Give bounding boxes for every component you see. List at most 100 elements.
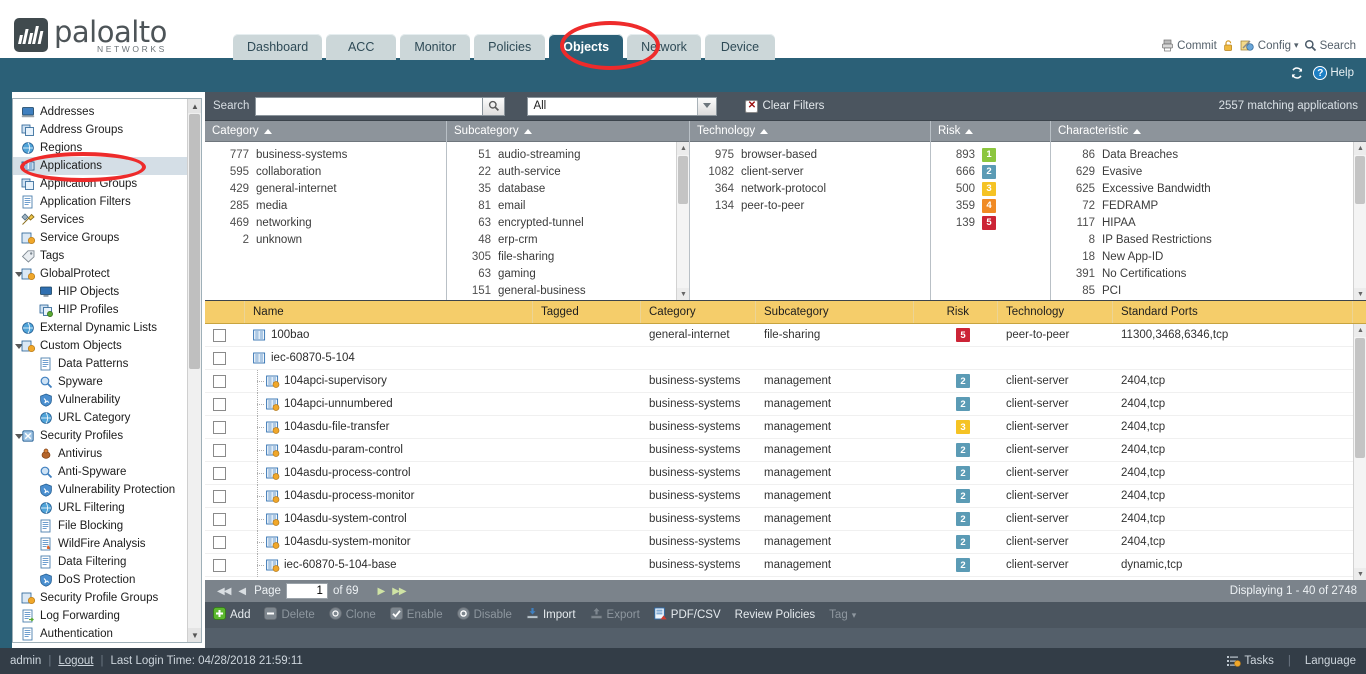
filter-option[interactable]: 81 email [447, 197, 689, 214]
sidebar-item-anti-spyware[interactable]: Anti-Spyware [13, 463, 189, 481]
filter-option[interactable]: 893 1 [931, 146, 1050, 163]
sidebar-item-spyware[interactable]: Spyware [13, 373, 189, 391]
filter-column-scrollbar[interactable]: ▲ ▼ [1353, 142, 1366, 301]
add-button[interactable]: Add [213, 607, 250, 623]
filter-option[interactable]: 86 Data Breaches [1051, 146, 1366, 163]
row-checkbox[interactable] [213, 558, 226, 572]
filter-option[interactable]: 629 Evasive [1051, 163, 1366, 180]
clear-filters-button[interactable]: ✕ Clear Filters [745, 99, 824, 113]
table-row[interactable]: 104asdu-process-monitor business-systems m… [205, 484, 1366, 508]
sidebar-item-regions[interactable]: Regions [13, 139, 189, 157]
sidebar-item-vulnerability-protection[interactable]: Vulnerability Protection [13, 481, 189, 499]
filter-option[interactable]: 975 browser-based [690, 146, 930, 163]
application-name[interactable]: 104asdu-system-monitor [284, 536, 411, 548]
sidebar-item-data-patterns[interactable]: Data Patterns [13, 355, 189, 373]
table-row[interactable]: 104asdu-param-control business-systems man… [205, 438, 1366, 462]
filter-option[interactable]: 8 IP Based Restrictions [1051, 231, 1366, 248]
column-header-category[interactable]: Category [641, 301, 756, 323]
lock-button[interactable] [1222, 39, 1235, 52]
sidebar-item-antivirus[interactable]: Antivirus [13, 445, 189, 463]
filter-option[interactable]: 666 2 [931, 163, 1050, 180]
filter-option[interactable]: 85 PCI [1051, 282, 1366, 299]
sort-ascending-icon[interactable] [1133, 128, 1142, 134]
application-name[interactable]: 104asdu-file-transfer [284, 421, 389, 433]
row-checkbox[interactable] [213, 466, 226, 480]
scroll-up-icon[interactable]: ▲ [1354, 324, 1366, 337]
sidebar-item-hip-objects[interactable]: HIP Objects [13, 283, 189, 301]
row-checkbox[interactable] [213, 420, 226, 434]
application-name[interactable]: 104apci-supervisory [284, 375, 387, 387]
filter-column-header-category[interactable]: Category [205, 121, 446, 142]
application-name[interactable]: 104asdu-param-control [284, 444, 403, 456]
column-header-technology[interactable]: Technology [998, 301, 1113, 323]
filter-option[interactable]: 364 network-protocol [690, 180, 930, 197]
help-button[interactable]: ? Help [1313, 66, 1354, 80]
sidebar-scrollbar[interactable]: ▲ ▼ [187, 99, 201, 642]
table-row[interactable]: 104asdu-file-transfer business-systems man… [205, 415, 1366, 439]
sort-ascending-icon[interactable] [965, 128, 974, 134]
filter-option[interactable]: 51 audio-streaming [447, 146, 689, 163]
sidebar-item-applications[interactable]: Applications [13, 157, 189, 175]
filter-scroll-thumb[interactable] [678, 156, 688, 204]
column-header-risk[interactable]: Risk [914, 301, 998, 323]
scroll-up-icon[interactable]: ▲ [677, 142, 689, 155]
sidebar-item-service-groups[interactable]: Service Groups [13, 229, 189, 247]
sidebar-item-application-filters[interactable]: Application Filters [13, 193, 189, 211]
row-checkbox[interactable] [213, 535, 226, 549]
filter-option[interactable]: 139 5 [931, 214, 1050, 231]
sidebar-item-log-forwarding[interactable]: Log Forwarding [13, 607, 189, 625]
filter-column-header-technology[interactable]: Technology [690, 121, 930, 142]
sidebar-item-application-groups[interactable]: Application Groups [13, 175, 189, 193]
sidebar-item-url-category[interactable]: URL Category [13, 409, 189, 427]
filter-option[interactable]: 1082 client-server [690, 163, 930, 180]
filter-option[interactable]: 305 file-sharing [447, 248, 689, 265]
search-submit-button[interactable] [483, 96, 506, 116]
commit-button[interactable]: Commit [1161, 39, 1217, 52]
filter-type-select[interactable]: All [527, 96, 718, 116]
row-checkbox[interactable] [213, 374, 226, 388]
filter-option[interactable]: 359 4 [931, 197, 1050, 214]
filter-option[interactable]: 48 erp-crm [447, 231, 689, 248]
sidebar-item-external-dynamic-lists[interactable]: External Dynamic Lists [13, 319, 189, 337]
filter-option[interactable]: 625 Excessive Bandwidth [1051, 180, 1366, 197]
filter-column-header-subcategory[interactable]: Subcategory [447, 121, 689, 142]
tab-policies[interactable]: Policies [474, 34, 546, 60]
table-row[interactable]: 104apci-unnumbered business-systems manage… [205, 392, 1366, 416]
table-scrollbar[interactable]: ▲ ▼ [1353, 324, 1366, 580]
row-checkbox[interactable] [213, 397, 226, 411]
application-name[interactable]: 104asdu-process-control [284, 467, 411, 479]
filter-option[interactable]: 134 peer-to-peer [690, 197, 930, 214]
application-name[interactable]: 104asdu-process-monitor [284, 490, 414, 502]
tab-device[interactable]: Device [704, 34, 775, 60]
scroll-up-icon[interactable]: ▲ [188, 99, 201, 113]
sidebar-item-tags[interactable]: Tags [13, 247, 189, 265]
filter-option[interactable]: 22 auth-service [447, 163, 689, 180]
sidebar-item-addresses[interactable]: Addresses [13, 103, 189, 121]
filter-option[interactable]: 391 No Certifications [1051, 265, 1366, 282]
sidebar-item-wildfire-analysis[interactable]: WildFire Analysis [13, 535, 189, 553]
sidebar-item-hip-profiles[interactable]: HIP Profiles [13, 301, 189, 319]
filter-column-header-characteristic[interactable]: Characteristic [1051, 121, 1366, 142]
last-page-button[interactable]: ▶▶ [388, 586, 409, 597]
sort-ascending-icon[interactable] [760, 128, 769, 134]
review-policies-button[interactable]: Review Policies [735, 609, 816, 621]
filter-option[interactable]: 151 general-business [447, 282, 689, 299]
sidebar-item-security-profiles[interactable]: Security Profiles [13, 427, 189, 445]
tasks-button[interactable]: Tasks [1227, 655, 1274, 667]
tab-objects[interactable]: Objects [549, 34, 624, 60]
table-row[interactable]: iec-60870-5-104-base business-systems mana… [205, 553, 1366, 577]
language-button[interactable]: Language [1305, 655, 1356, 667]
filter-option[interactable]: 285 media [205, 197, 446, 214]
sidebar-scroll-thumb[interactable] [189, 114, 200, 369]
sidebar-item-custom-objects[interactable]: Custom Objects [13, 337, 189, 355]
row-checkbox[interactable] [213, 328, 226, 342]
application-name[interactable]: iec-60870-5-104-base [284, 559, 397, 571]
sidebar-item-file-blocking[interactable]: File Blocking [13, 517, 189, 535]
filter-option[interactable]: 117 HIPAA [1051, 214, 1366, 231]
scroll-down-icon[interactable]: ▼ [188, 628, 201, 642]
table-row[interactable]: 100bao general-internet file-sharing 5 peer-… [205, 324, 1366, 347]
filter-option[interactable]: 72 FEDRAMP [1051, 197, 1366, 214]
column-header-checkbox[interactable] [205, 301, 245, 323]
table-row[interactable]: 104asdu-process-control business-systems m… [205, 461, 1366, 485]
table-scroll-thumb[interactable] [1355, 338, 1365, 458]
